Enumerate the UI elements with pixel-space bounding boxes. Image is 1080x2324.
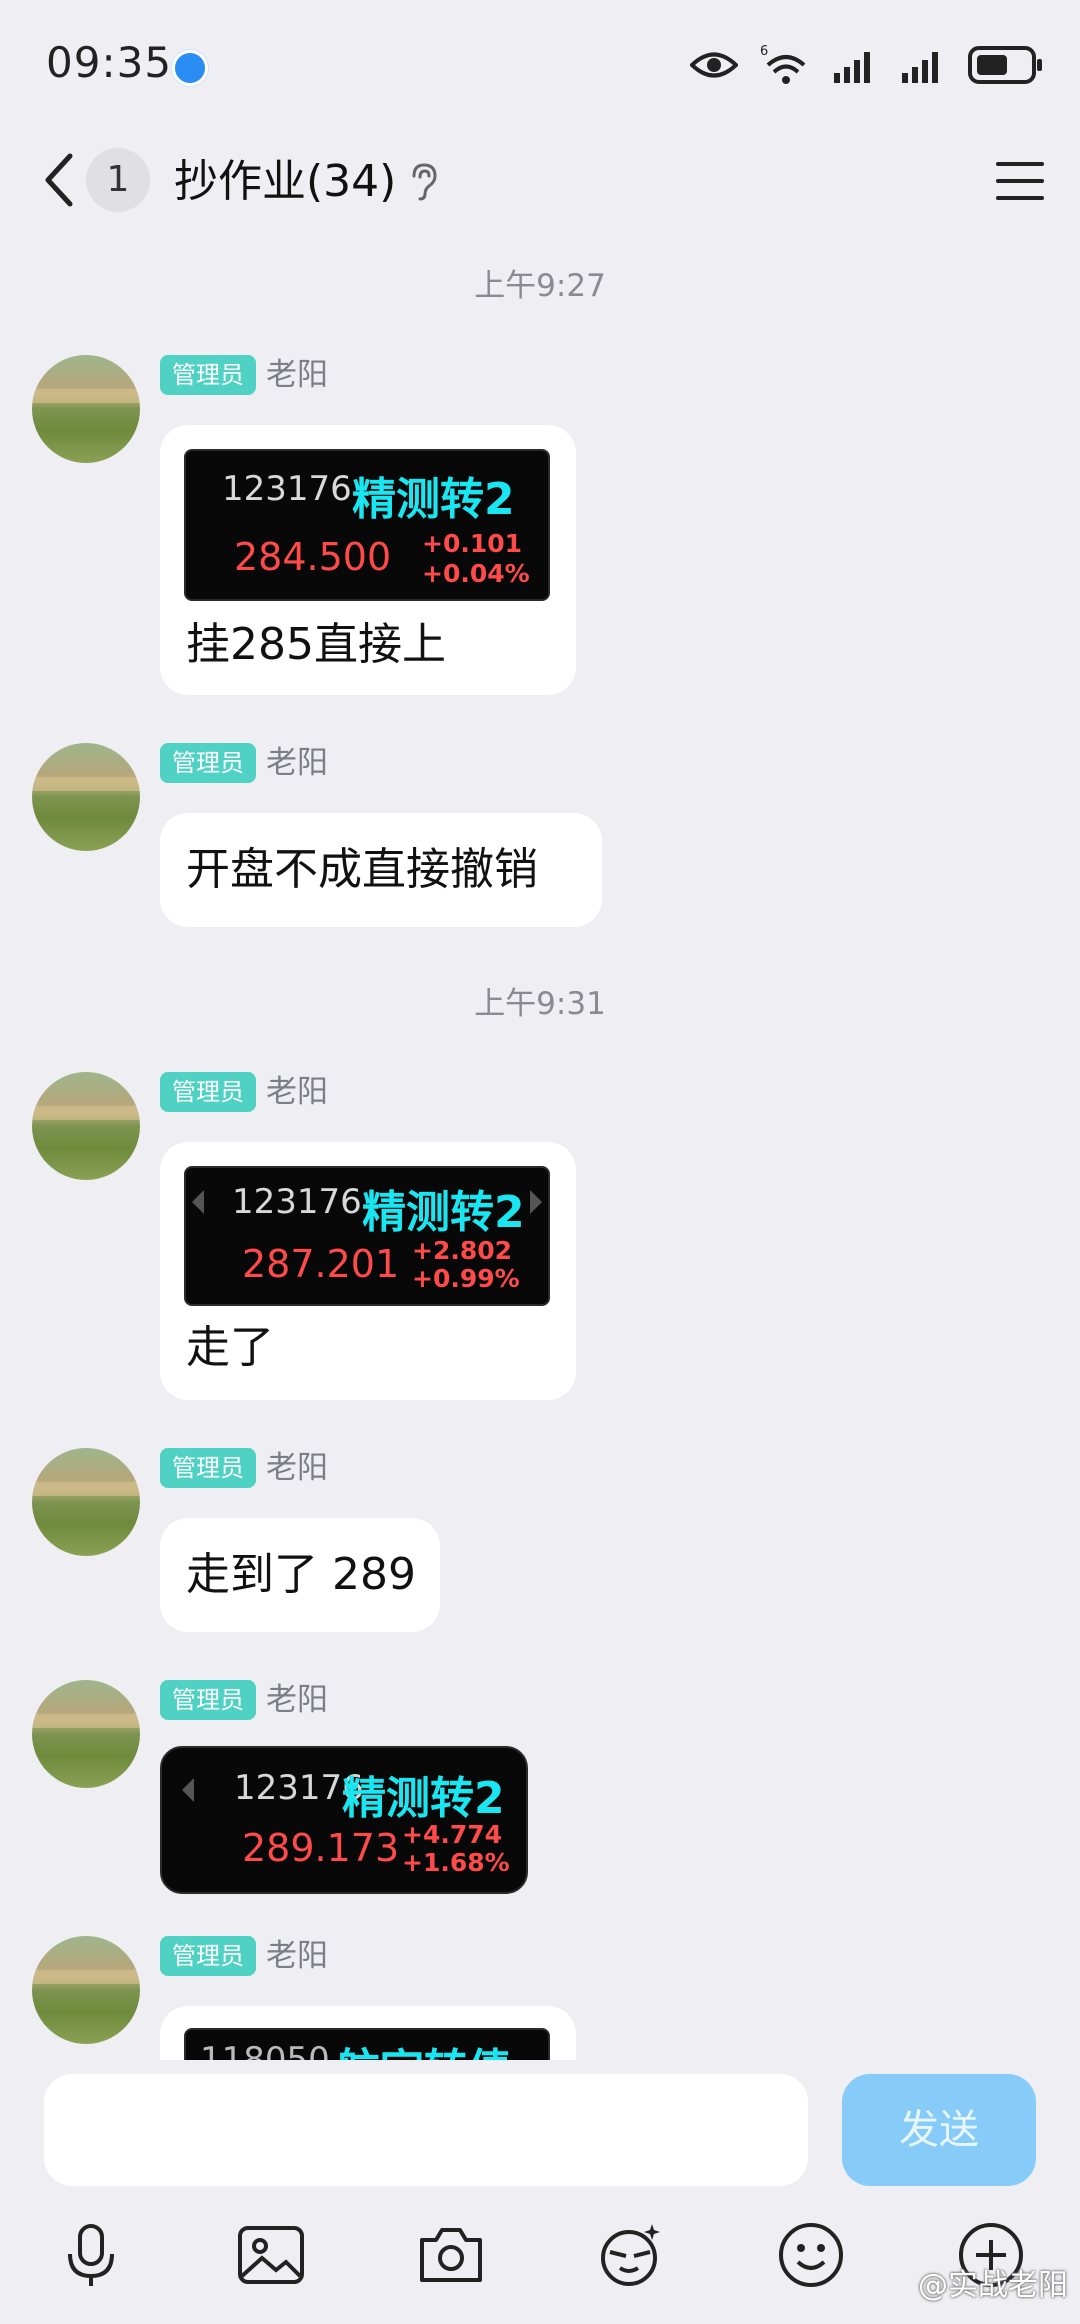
svg-text:6: 6 — [760, 44, 768, 59]
avatar[interactable] — [32, 355, 140, 463]
quote-name: 精测转2 — [342, 1773, 505, 1824]
quote-price: 284.500 — [234, 535, 392, 579]
composer-bar: 发送 @实战老阳 — [0, 2060, 1080, 2324]
quote-change: +4.774 — [402, 1820, 503, 1849]
ear-icon[interactable] — [408, 162, 440, 202]
wifi-icon: 6 — [760, 44, 806, 84]
camera-icon[interactable] — [416, 2220, 486, 2290]
admin-badge: 管理员 — [160, 1680, 256, 1720]
status-time: 09:35 — [46, 38, 173, 87]
status-icons: 6 — [690, 40, 1044, 90]
quote-name: 精测转2 — [352, 474, 515, 525]
message-item: 管理员 老阳 118050 航宇转债 — [0, 1936, 1080, 2060]
avatar[interactable] — [32, 1936, 140, 2044]
quote-image[interactable]: 123176 精测转2 289.173 +4.774 +1.68% — [160, 1746, 528, 1894]
quote-image[interactable]: 123176 精测转2 287.201 +2.802 +0.99% — [184, 1166, 550, 1306]
signal-icon-1 — [834, 52, 870, 83]
message-text: 走了 — [186, 1322, 274, 1373]
chat-title[interactable]: 抄作业(34) — [174, 150, 396, 214]
chat-header: 1 抄作业(34) — [0, 130, 1080, 235]
message-bubble[interactable]: 123176 精测转2 287.201 +2.802 +0.99% 走了 — [160, 1142, 576, 1400]
message-text: 挂285直接上 — [186, 619, 446, 670]
menu-icon[interactable] — [994, 158, 1046, 204]
admin-badge: 管理员 — [160, 1936, 256, 1976]
microphone-icon[interactable] — [56, 2220, 126, 2290]
arrow-right-icon — [530, 1190, 542, 1214]
quote-image[interactable]: 123176 精测转2 284.500 +0.101 +0.04% — [184, 449, 550, 601]
avatar[interactable] — [32, 1072, 140, 1180]
quote-code: 118050 — [200, 2040, 330, 2060]
sender-name: 老阳 — [266, 745, 328, 781]
quote-change: +2.802 — [412, 1236, 513, 1265]
back-chevron-icon[interactable] — [38, 150, 78, 210]
arrow-left-icon — [182, 1778, 194, 1802]
quote-image[interactable]: 118050 航宇转债 — [184, 2028, 550, 2060]
quote-price: 289.173 — [242, 1826, 400, 1870]
message-bubble[interactable]: 走到了 289 — [160, 1518, 440, 1632]
quote-percent: +1.68% — [402, 1848, 510, 1877]
sender-name: 老阳 — [266, 357, 328, 393]
emoji-icon[interactable] — [776, 2220, 846, 2290]
app-notification-icon — [172, 50, 208, 86]
message-text: 走到了 289 — [186, 1549, 416, 1600]
unread-count-badge[interactable]: 1 — [86, 148, 150, 212]
sender-name: 老阳 — [266, 1074, 328, 1110]
eye-icon — [690, 52, 738, 78]
arrow-left-icon — [192, 1190, 204, 1214]
battery-icon — [968, 46, 1042, 84]
admin-badge: 管理员 — [160, 1072, 256, 1112]
timestamp: 上午9:31 — [474, 986, 606, 1022]
quote-price: 287.201 — [242, 1242, 400, 1286]
quote-percent: +0.04% — [422, 559, 530, 588]
avatar[interactable] — [32, 743, 140, 851]
quote-code: 123176 — [232, 1182, 362, 1222]
admin-badge: 管理员 — [160, 1448, 256, 1488]
timestamp: 上午9:27 — [474, 268, 606, 304]
message-bubble[interactable]: 118050 航宇转债 — [160, 2006, 576, 2060]
avatar[interactable] — [32, 1680, 140, 1788]
admin-badge: 管理员 — [160, 743, 256, 783]
avatar[interactable] — [32, 1448, 140, 1556]
message-input[interactable] — [44, 2074, 808, 2186]
quote-code: 123176 — [222, 469, 352, 509]
signal-icon-2 — [902, 52, 938, 83]
admin-badge: 管理员 — [160, 355, 256, 395]
watermark: @实战老阳 — [918, 2268, 1068, 2303]
sender-name: 老阳 — [266, 1938, 328, 1974]
quote-percent: +0.99% — [412, 1264, 520, 1293]
quote-name: 航宇转债 — [336, 2034, 512, 2060]
sticker-icon[interactable] — [596, 2220, 666, 2290]
message-text: 开盘不成直接撤销 — [186, 844, 538, 895]
send-button[interactable]: 发送 — [842, 2074, 1036, 2186]
quote-name: 精测转2 — [362, 1187, 525, 1238]
sender-name: 老阳 — [266, 1450, 328, 1486]
sender-name: 老阳 — [266, 1682, 328, 1718]
status-bar: 09:35 6 — [0, 0, 1080, 130]
message-bubble[interactable]: 开盘不成直接撤销 — [160, 813, 602, 927]
image-icon[interactable] — [236, 2220, 306, 2290]
quote-change: +0.101 — [422, 529, 523, 558]
message-bubble[interactable]: 123176 精测转2 284.500 +0.101 +0.04% 挂285直接… — [160, 425, 576, 695]
